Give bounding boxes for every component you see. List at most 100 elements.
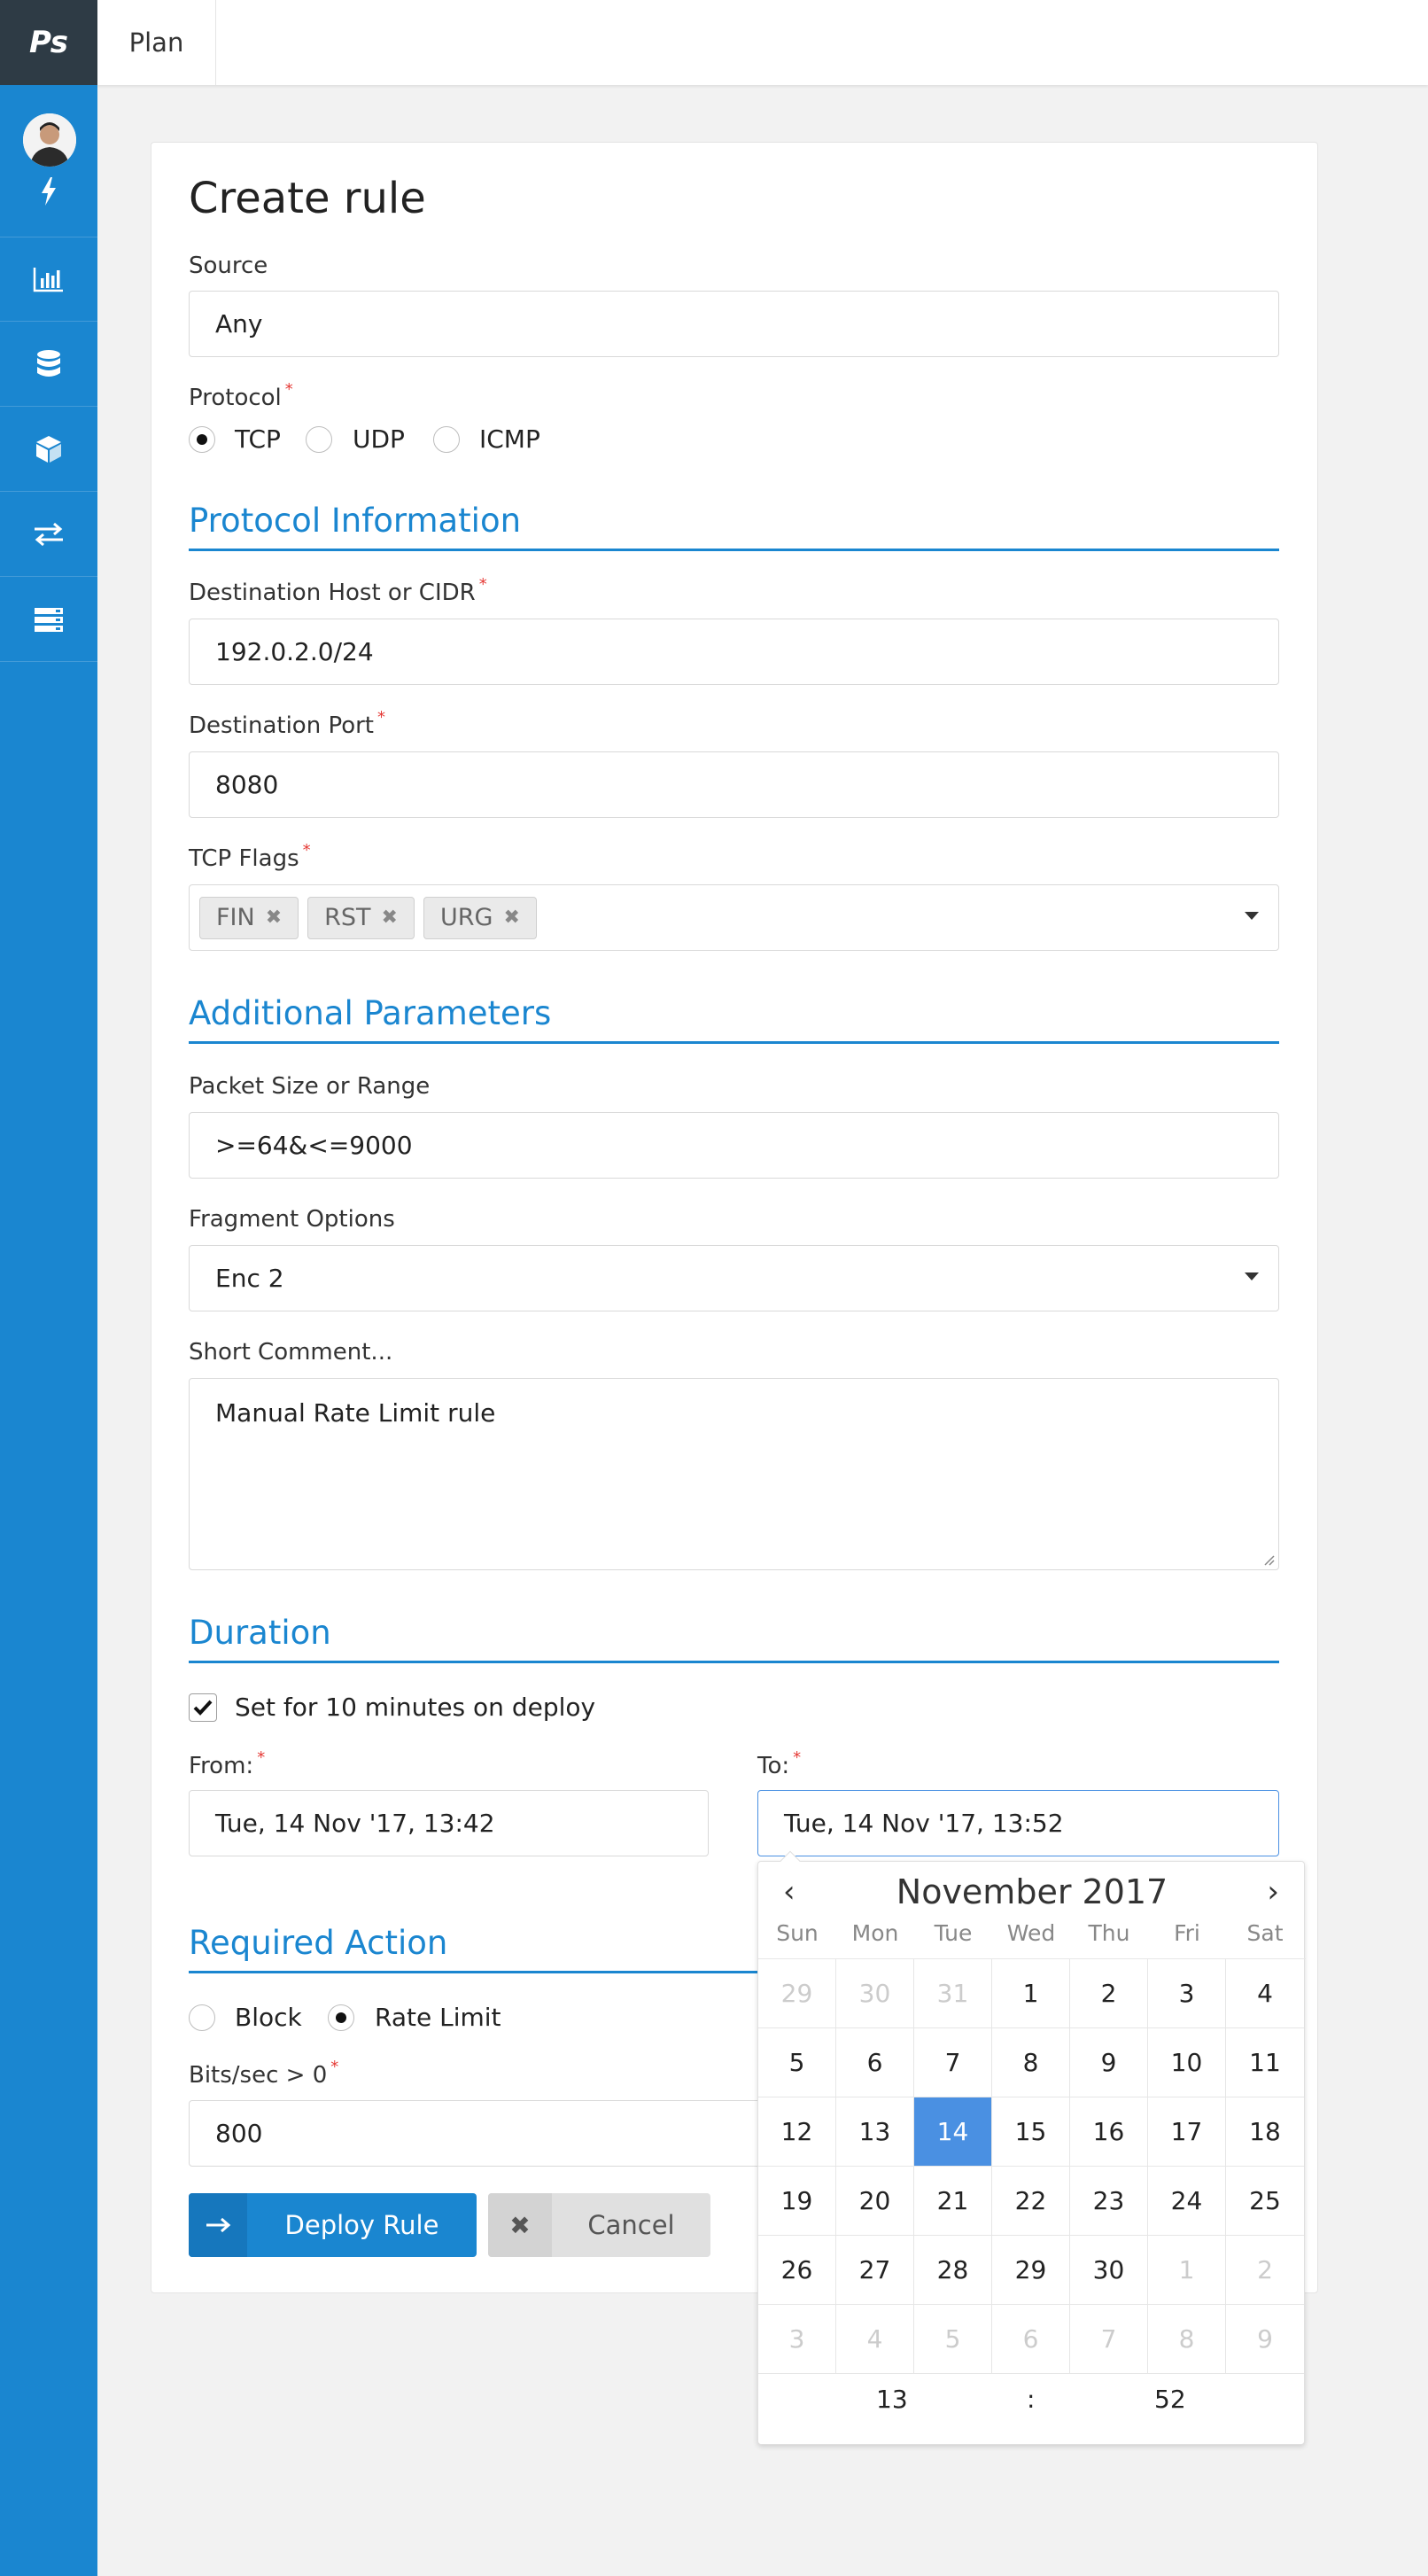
- calendar-day-outside-month[interactable]: 2: [1226, 2236, 1304, 2305]
- calendar-day[interactable]: 23: [1070, 2167, 1148, 2236]
- calendar-day-outside-month[interactable]: 1: [1148, 2236, 1226, 2305]
- nav-packages[interactable]: [0, 407, 97, 492]
- calendar-day[interactable]: 5: [758, 2028, 836, 2097]
- prev-month-button[interactable]: ‹: [783, 1874, 795, 1910]
- weekday-header: Mon: [851, 1920, 899, 1946]
- calendar-day-outside-month[interactable]: 9: [1226, 2305, 1304, 2374]
- calendar-day-outside-month[interactable]: 8: [1148, 2305, 1226, 2374]
- ten-minutes-label: Set for 10 minutes on deploy: [235, 1693, 596, 1722]
- calendar-day[interactable]: 21: [914, 2167, 992, 2236]
- nav-servers[interactable]: [0, 577, 97, 662]
- calendar-day[interactable]: 24: [1148, 2167, 1226, 2236]
- protocol-tcp-label: TCP: [235, 424, 281, 454]
- calendar-day[interactable]: 11: [1226, 2028, 1304, 2097]
- calendar-day[interactable]: 9: [1070, 2028, 1148, 2097]
- calendar-day[interactable]: 19: [758, 2167, 836, 2236]
- section-additional-parameters: Additional Parameters: [189, 994, 1279, 1044]
- remove-chip-icon[interactable]: ✖: [266, 907, 282, 929]
- tcp-flags-select[interactable]: FIN ✖ RST ✖ URG ✖: [189, 884, 1279, 951]
- cube-icon: [36, 435, 61, 463]
- comment-textarea[interactable]: Manual Rate Limit rule: [189, 1378, 1279, 1570]
- to-datetime-field[interactable]: Tue, 14 Nov '17, 13:52: [757, 1790, 1279, 1856]
- calendar-day[interactable]: 15: [992, 2097, 1070, 2167]
- calendar-day[interactable]: 1: [992, 1959, 1070, 2028]
- transfer-arrows-icon: [35, 522, 63, 546]
- protocol-tcp-radio[interactable]: [189, 426, 215, 453]
- calendar-day[interactable]: 2: [1070, 1959, 1148, 2028]
- action-rate-limit-radio[interactable]: [328, 2004, 354, 2031]
- resize-handle-icon[interactable]: [1261, 1553, 1276, 1567]
- close-icon: ✖: [488, 2193, 552, 2257]
- calendar-day-outside-month[interactable]: 4: [836, 2305, 914, 2374]
- calendar-day[interactable]: 17: [1148, 2097, 1226, 2167]
- hour-value[interactable]: 13: [876, 2385, 908, 2414]
- page-title: Create rule: [189, 174, 426, 223]
- minute-value[interactable]: 52: [1154, 2385, 1186, 2414]
- calendar-day[interactable]: 7: [914, 2028, 992, 2097]
- calendar-day-outside-month[interactable]: 6: [992, 2305, 1070, 2374]
- protocol-icmp-radio[interactable]: [433, 426, 460, 453]
- next-month-button[interactable]: ›: [1267, 1874, 1279, 1910]
- datepicker-popup: November 2017 ‹ › 13 : 52 Sun Mon Tue Wed Th…: [757, 1850, 1306, 2445]
- ten-minutes-checkbox[interactable]: [189, 1693, 217, 1722]
- nav-analytics[interactable]: [0, 237, 97, 322]
- calendar-day[interactable]: 22: [992, 2167, 1070, 2236]
- weekday-header: Sat: [1246, 1920, 1284, 1946]
- calendar-day[interactable]: 3: [1148, 1959, 1226, 2028]
- calendar-day[interactable]: 30: [1070, 2236, 1148, 2305]
- source-label: Source: [189, 253, 268, 279]
- calendar-day-selected[interactable]: 14: [914, 2097, 992, 2167]
- calendar-day[interactable]: 8: [992, 2028, 1070, 2097]
- nav-database[interactable]: [0, 322, 97, 407]
- action-block-radio[interactable]: [189, 2004, 215, 2031]
- database-icon: [37, 349, 60, 377]
- nav-transfer[interactable]: [0, 492, 97, 577]
- calendar-grid-top-border: [758, 1958, 1306, 1959]
- flag-chip-rst: RST ✖: [307, 896, 415, 939]
- dest-host-field[interactable]: 192.0.2.0/24: [189, 619, 1279, 685]
- calendar-day[interactable]: 16: [1070, 2097, 1148, 2167]
- calendar-day[interactable]: 20: [836, 2167, 914, 2236]
- remove-chip-icon[interactable]: ✖: [382, 907, 398, 929]
- app-logo[interactable]: Ps: [0, 0, 97, 85]
- fragment-select[interactable]: Enc 2: [189, 1245, 1279, 1311]
- calendar-day[interactable]: 26: [758, 2236, 836, 2305]
- calendar-day[interactable]: 6: [836, 2028, 914, 2097]
- calendar-day-outside-month[interactable]: 3: [758, 2305, 836, 2374]
- calendar-day-outside-month[interactable]: 7: [1070, 2305, 1148, 2374]
- section-required-action: Required Action: [189, 1924, 757, 1973]
- calendar-day[interactable]: 27: [836, 2236, 914, 2305]
- calendar-day[interactable]: 13: [836, 2097, 914, 2167]
- calendar-day[interactable]: 10: [1148, 2028, 1226, 2097]
- calendar-day-outside-month[interactable]: 29: [758, 1959, 836, 2028]
- calendar-day-outside-month[interactable]: 5: [914, 2305, 992, 2374]
- packet-size-field[interactable]: >=64&<=9000: [189, 1112, 1279, 1179]
- protocol-udp-radio[interactable]: [306, 426, 332, 453]
- calendar-day[interactable]: 28: [914, 2236, 992, 2305]
- deploy-rule-button[interactable]: Deploy Rule: [189, 2193, 477, 2257]
- dest-port-field[interactable]: 8080: [189, 751, 1279, 818]
- lightning-icon[interactable]: [36, 175, 61, 211]
- chevron-down-icon[interactable]: [1245, 1272, 1259, 1280]
- from-datetime-field[interactable]: Tue, 14 Nov '17, 13:42: [189, 1790, 709, 1856]
- remove-chip-icon[interactable]: ✖: [503, 907, 519, 929]
- chevron-down-icon[interactable]: [1245, 912, 1259, 920]
- calendar-day[interactable]: 25: [1226, 2167, 1304, 2236]
- cancel-button[interactable]: ✖ Cancel: [488, 2193, 710, 2257]
- weekday-header: Wed: [1006, 1920, 1056, 1946]
- calendar-day[interactable]: 4: [1226, 1959, 1304, 2028]
- avatar[interactable]: [23, 113, 76, 167]
- calendar-day[interactable]: 18: [1226, 2097, 1304, 2167]
- bits-field[interactable]: 800: [189, 2100, 773, 2167]
- source-field[interactable]: Any: [189, 291, 1279, 357]
- tab-plan[interactable]: Plan: [97, 0, 216, 85]
- time-separator: :: [1027, 2385, 1036, 2414]
- sidebar: Ps: [0, 0, 97, 2576]
- calendar-day-outside-month[interactable]: 30: [836, 1959, 914, 2028]
- calendar-day-outside-month[interactable]: 31: [914, 1959, 992, 2028]
- calendar-day[interactable]: 12: [758, 2097, 836, 2167]
- server-list-icon: [35, 607, 63, 632]
- dest-host-label: Destination Host or CIDR *: [189, 575, 487, 606]
- calendar-day[interactable]: 29: [992, 2236, 1070, 2305]
- weekday-header: Tue: [934, 1920, 973, 1946]
